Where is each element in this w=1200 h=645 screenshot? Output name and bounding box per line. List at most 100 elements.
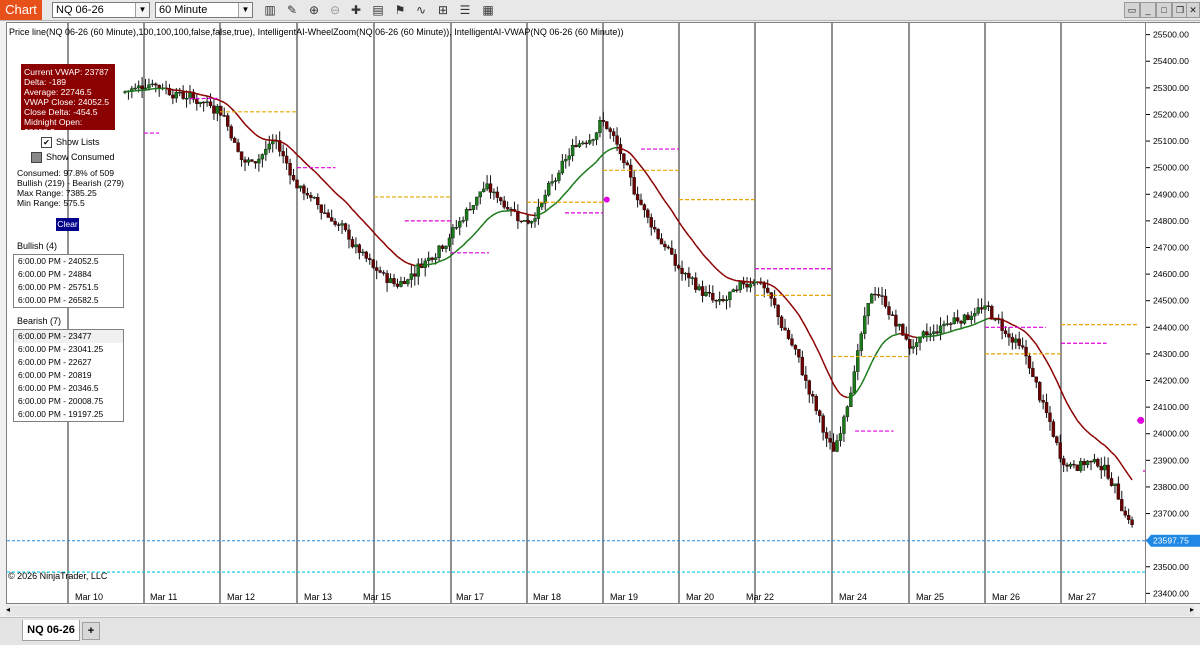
vwap-segment: [366, 224, 369, 228]
vwap-segment: [668, 206, 671, 211]
candle-body: [1042, 400, 1045, 402]
vwap-segment: [576, 177, 579, 181]
candle-body: [361, 252, 364, 253]
candle-body: [849, 393, 852, 407]
candle-body: [306, 193, 309, 195]
strategy-icon[interactable]: ⚑: [392, 2, 408, 18]
list-item[interactable]: 6:00.00 PM - 23477: [14, 330, 123, 343]
vwap-segment: [349, 205, 352, 209]
list-item[interactable]: 6:00.00 PM - 22627: [14, 356, 123, 369]
chart-window-tab[interactable]: Chart: [0, 0, 42, 20]
instrument-selector[interactable]: NQ 06-26 ▼: [52, 2, 150, 18]
candle-body: [874, 294, 877, 295]
show-consumed-checkbox[interactable]: Show Consumed: [31, 152, 115, 163]
candle-body: [704, 292, 707, 296]
draw-pencil-icon[interactable]: ✎: [284, 2, 300, 18]
candle-body: [268, 144, 271, 149]
vwap-segment: [823, 362, 826, 370]
properties-icon[interactable]: ☰: [457, 2, 473, 18]
list-item[interactable]: 6:00.00 PM - 24052.5: [14, 255, 123, 268]
minimize-icon[interactable]: _: [1140, 2, 1156, 18]
vwap-segment: [443, 259, 446, 260]
show-lists-checkbox[interactable]: ✔Show Lists: [41, 137, 100, 148]
list-item[interactable]: 6:00.00 PM - 20346.5: [14, 382, 123, 395]
list-item[interactable]: 6:00.00 PM - 26582.5: [14, 294, 123, 307]
show-consumed-label: Show Consumed: [46, 152, 115, 162]
horizontal-scrollbar[interactable]: ◂ ▸: [6, 606, 1194, 616]
vwap-segment: [248, 128, 251, 131]
candle-body: [244, 160, 247, 163]
vwap-delta: Delta: -189: [24, 77, 112, 87]
vwap-segment: [744, 281, 747, 282]
list-item[interactable]: 6:00.00 PM - 20008.75: [14, 395, 123, 408]
window-icon[interactable]: ▭: [1124, 2, 1140, 18]
vwap-segment: [879, 344, 882, 349]
scroll-left-icon[interactable]: ◂: [6, 605, 10, 614]
candle-body: [564, 159, 567, 161]
crosshair-icon[interactable]: ✚: [348, 2, 364, 18]
chevron-down-icon[interactable]: ▼: [135, 3, 149, 17]
vwap-segment: [463, 242, 466, 246]
candle-body: [209, 102, 212, 106]
clear-button[interactable]: Clear: [56, 218, 79, 231]
list-item[interactable]: 6:00.00 PM - 19197.25: [14, 408, 123, 421]
chart-trader-icon[interactable]: ⊞: [435, 2, 451, 18]
candle-body: [870, 294, 873, 303]
bearish-list[interactable]: 6:00.00 PM - 23477 6:00.00 PM - 23041.25…: [13, 329, 124, 422]
indicators-icon[interactable]: ∿: [413, 2, 429, 18]
price-tick-label: 24200.00: [1153, 376, 1189, 386]
time-axis[interactable]: Mar 10Mar 11Mar 12Mar 13Mar 15Mar 17Mar …: [6, 588, 1146, 604]
bullish-list[interactable]: 6:00.00 PM - 24052.5 6:00.00 PM - 24884 …: [13, 254, 124, 308]
list-item[interactable]: 6:00.00 PM - 25751.5: [14, 281, 123, 294]
tab-nq-06-26[interactable]: NQ 06-26: [22, 620, 80, 641]
price-tick-label: 24300.00: [1153, 349, 1189, 359]
template-icon[interactable]: ▦: [480, 2, 496, 18]
chart-panel[interactable]: [6, 22, 1146, 604]
indicators-label[interactable]: Price line(NQ 06-26 (60 Minute),100,100,…: [9, 27, 623, 37]
list-item[interactable]: 6:00.00 PM - 23041.25: [14, 343, 123, 356]
checkbox-icon[interactable]: [31, 152, 42, 163]
close-icon[interactable]: ✕: [1186, 2, 1200, 18]
vwap-segment: [816, 347, 819, 354]
vwap-segment: [771, 285, 774, 287]
bar-type-icon[interactable]: ▥: [262, 2, 278, 18]
vwap-segment: [359, 217, 362, 220]
vwap-segment: [1074, 415, 1077, 421]
candle-body: [448, 238, 451, 246]
candle-body: [622, 154, 625, 163]
vwap-segment: [706, 258, 709, 262]
date-label: Mar 11: [150, 592, 177, 602]
interval-selector[interactable]: 60 Minute ▼: [155, 2, 253, 18]
candle-body: [410, 274, 413, 280]
data-series-icon[interactable]: ▤: [370, 2, 386, 18]
chevron-down-icon[interactable]: ▼: [238, 3, 252, 17]
zoom-out-icon[interactable]: ⊖: [327, 2, 343, 18]
price-axis[interactable]: 25500.0025400.0025300.0025200.0025100.00…: [1146, 22, 1200, 604]
vwap-segment: [325, 182, 328, 186]
vwap-segment: [252, 131, 255, 134]
vwap-segment: [964, 327, 967, 328]
vwap-segment: [228, 105, 231, 108]
candle-body: [602, 120, 605, 121]
maximize-icon[interactable]: □: [1156, 2, 1172, 18]
candle-body: [219, 106, 222, 115]
vwap-segment: [542, 212, 545, 214]
scroll-right-icon[interactable]: ▸: [1190, 605, 1194, 614]
candle-body: [547, 183, 550, 195]
candle-body: [296, 180, 299, 188]
list-item[interactable]: 6:00.00 PM - 24884: [14, 268, 123, 281]
candle-body: [752, 283, 755, 284]
vwap-segment: [1105, 445, 1108, 448]
list-item[interactable]: 6:00.00 PM - 20819: [14, 369, 123, 382]
vwap-segment: [549, 206, 552, 209]
candle-body: [722, 299, 725, 300]
candle-body: [134, 88, 137, 89]
candle-body: [492, 192, 495, 193]
candle-body: [462, 220, 465, 221]
price-chart[interactable]: [7, 23, 1145, 603]
zoom-in-icon[interactable]: ⊕: [306, 2, 322, 18]
bearish-list-title: Bearish (7): [17, 316, 61, 326]
checkbox-checked-icon[interactable]: ✔: [41, 137, 52, 148]
add-tab-icon[interactable]: +: [82, 622, 100, 640]
vwap-segment: [792, 306, 795, 310]
